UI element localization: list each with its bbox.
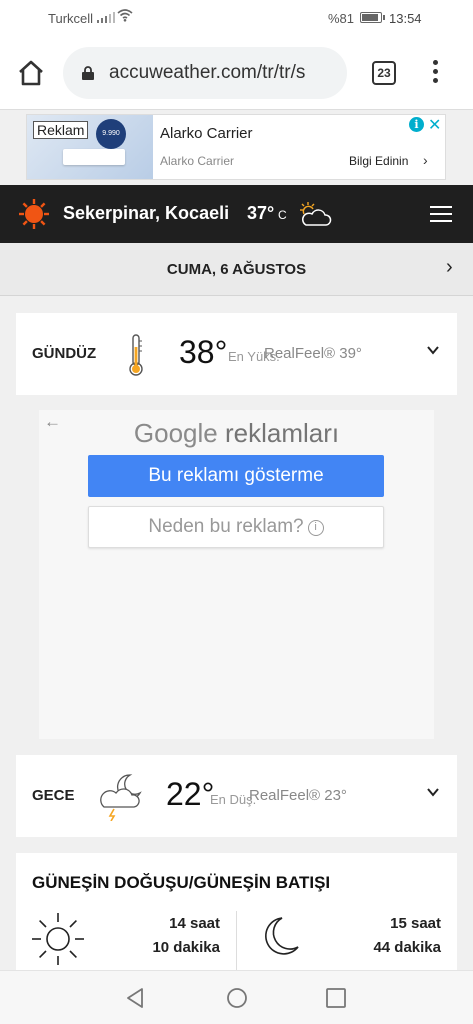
ad-banner[interactable]: 9.990 Reklam Alarko Carrier Alarko Carri… — [26, 114, 446, 180]
chevron-right-icon[interactable]: › — [446, 256, 453, 279]
why-this-ad-label: Neden bu reklam? — [148, 516, 304, 537]
chevron-right-icon[interactable]: › — [423, 152, 428, 168]
ad-title[interactable]: Alarko Carrier — [160, 125, 253, 142]
site-header: Sekerpinar, Kocaeli 37° C — [0, 185, 473, 243]
hide-ad-button[interactable]: Bu reklamı gösterme — [88, 455, 384, 497]
nav-home-icon[interactable] — [226, 987, 248, 1009]
chevron-down-icon[interactable] — [426, 343, 440, 357]
google-ads-title: Google reklamları — [39, 418, 434, 449]
hamburger-menu-icon[interactable] — [430, 206, 452, 222]
moon-icon — [265, 917, 299, 955]
night-thunderstorm-icon — [100, 774, 142, 821]
night-realfeel: RealFeel® 23° — [249, 787, 347, 804]
google-ads-title-rest: reklamları — [224, 418, 340, 448]
night-forecast-card[interactable]: GECE 22° En Düş. RealFeel® 23° — [16, 755, 457, 837]
signal-icon — [97, 11, 115, 23]
temp-unit: C — [278, 208, 287, 222]
ad-close-icon[interactable]: ✕ — [428, 115, 441, 135]
why-this-ad-button[interactable]: Neden bu reklam? i — [88, 506, 384, 548]
ad-info-icon[interactable]: i — [409, 117, 424, 132]
address-bar[interactable]: accuweather.com/tr/tr/s — [63, 47, 347, 99]
more-menu-icon[interactable] — [430, 60, 440, 86]
day-temp: 38° — [179, 334, 228, 370]
battery-icon — [360, 12, 385, 23]
carrier-label: Turkcell — [48, 11, 94, 26]
ad-tag: Reklam — [33, 121, 89, 139]
nav-back-icon[interactable] — [124, 987, 146, 1009]
status-bar: Turkcell %81 13:54 — [0, 0, 473, 36]
tab-switcher-button[interactable]: 23 — [372, 61, 396, 85]
nav-recent-apps-icon[interactable] — [326, 988, 346, 1008]
location-name[interactable]: Sekerpinar, Kocaeli — [63, 203, 229, 224]
chevron-down-icon[interactable] — [426, 785, 440, 799]
day-forecast-card[interactable]: GÜNDÜZ 38° En Yüks. RealFeel® 39° — [16, 313, 457, 395]
date-label: CUMA, 6 AĞUSTOS — [166, 261, 307, 278]
sunrise-sunset-title: GÜNEŞİN DOĞUŞU/GÜNEŞİN BATIŞI — [32, 873, 331, 892]
period-label-night: GECE — [32, 787, 75, 804]
lock-icon — [82, 66, 94, 80]
date-selector[interactable]: CUMA, 6 AĞUSTOS › — [0, 243, 473, 296]
browser-toolbar: accuweather.com/tr/tr/s 23 — [0, 36, 473, 110]
thermometer-icon — [129, 334, 143, 376]
air-conditioner-image — [63, 149, 125, 165]
current-temp: 37° — [247, 203, 275, 223]
divider — [236, 911, 237, 971]
ad-subtitle: Alarko Carrier — [160, 154, 235, 168]
home-icon[interactable] — [16, 58, 46, 88]
moon-duration-minutes: 44 dakika — [373, 939, 441, 956]
partly-cloudy-icon — [300, 202, 332, 226]
google-ads-panel: ← Google reklamları Bu reklamı gösterme … — [39, 410, 434, 739]
ad-image[interactable]: 9.990 Reklam — [27, 115, 153, 179]
clock: 13:54 — [389, 11, 422, 26]
sun-duration-minutes: 10 dakika — [152, 939, 220, 956]
sun-duration-hours: 14 saat — [169, 915, 220, 932]
google-wordmark: Google — [133, 418, 218, 448]
url-text[interactable]: accuweather.com/tr/tr/s — [109, 62, 339, 84]
period-label-day: GÜNDÜZ — [32, 345, 97, 362]
accuweather-logo-icon[interactable] — [18, 198, 50, 230]
price-badge: 9.990 — [96, 119, 126, 149]
sunrise-sunset-card: GÜNEŞİN DOĞUŞU/GÜNEŞİN BATIŞI 14 saat 10… — [16, 853, 457, 973]
sun-icon — [32, 913, 84, 965]
night-temp: 22° — [166, 776, 215, 812]
system-nav-bar — [0, 970, 473, 1024]
battery-percent: %81 — [328, 11, 355, 26]
moon-duration-hours: 15 saat — [390, 915, 441, 932]
wifi-icon — [117, 9, 133, 22]
info-icon: i — [307, 520, 324, 536]
day-realfeel: RealFeel® 39° — [264, 345, 362, 362]
ad-cta-link[interactable]: Bilgi Edinin — [349, 154, 408, 168]
